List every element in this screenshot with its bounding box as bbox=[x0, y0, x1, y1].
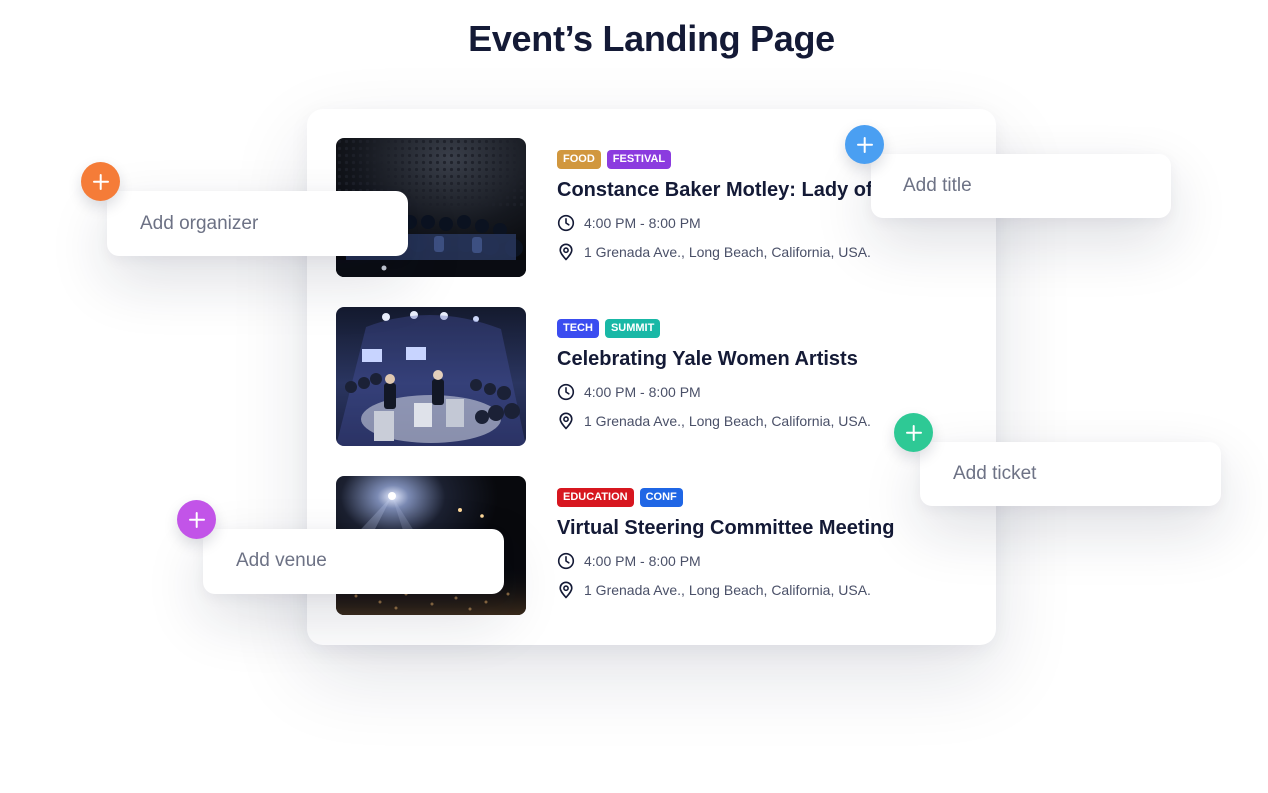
add-ticket-plus-icon[interactable] bbox=[894, 413, 933, 452]
add-title-plus-icon[interactable] bbox=[845, 125, 884, 164]
map-pin-icon bbox=[559, 243, 573, 261]
event-time-text: 4:00 PM - 8:00 PM bbox=[584, 215, 701, 231]
add-title-field[interactable]: Add title bbox=[871, 154, 1171, 218]
tag-badge[interactable]: CONF bbox=[639, 488, 683, 507]
event-location-text: 1 Grenada Ave., Long Beach, California, … bbox=[584, 244, 871, 260]
event-title[interactable]: Celebrating Yale Women Artists bbox=[557, 348, 977, 371]
tag-badge[interactable]: FESTIVAL bbox=[606, 150, 672, 169]
clock-icon bbox=[557, 552, 575, 570]
add-ticket-label: Add ticket bbox=[953, 463, 1037, 484]
event-item[interactable]: TECH SUMMIT Celebrating Yale Women Artis… bbox=[336, 307, 976, 446]
add-venue-plus-icon[interactable] bbox=[177, 500, 216, 539]
event-time: 4:00 PM - 8:00 PM bbox=[557, 552, 987, 570]
event-title[interactable]: Constance Baker Motley: Lady of the Law bbox=[557, 179, 872, 202]
clock-icon bbox=[557, 383, 575, 401]
event-time: 4:00 PM - 8:00 PM bbox=[557, 383, 987, 401]
event-location-text: 1 Grenada Ave., Long Beach, California, … bbox=[584, 582, 871, 598]
event-location: 1 Grenada Ave., Long Beach, California, … bbox=[557, 581, 987, 599]
event-details: EDUCATION CONF Virtual Steering Committe… bbox=[557, 488, 987, 599]
event-time-text: 4:00 PM - 8:00 PM bbox=[584, 553, 701, 569]
page-title: Event’s Landing Page bbox=[468, 18, 835, 59]
tag-badge[interactable]: TECH bbox=[557, 319, 599, 338]
map-pin-icon bbox=[559, 412, 573, 430]
tag-badge[interactable]: EDUCATION bbox=[557, 488, 634, 507]
event-image-panel-discussion bbox=[336, 307, 526, 446]
tag-badge[interactable]: FOOD bbox=[557, 150, 601, 169]
map-pin-icon bbox=[559, 581, 573, 599]
clock-icon bbox=[557, 214, 575, 232]
event-location-text: 1 Grenada Ave., Long Beach, California, … bbox=[584, 413, 871, 429]
event-location: 1 Grenada Ave., Long Beach, California, … bbox=[557, 243, 987, 261]
add-venue-field[interactable]: Add venue bbox=[203, 529, 504, 594]
event-title[interactable]: Virtual Steering Committee Meeting bbox=[557, 517, 977, 540]
add-organizer-plus-icon[interactable] bbox=[81, 162, 120, 201]
event-time-text: 4:00 PM - 8:00 PM bbox=[584, 384, 701, 400]
add-organizer-field[interactable]: Add organizer bbox=[107, 191, 408, 256]
event-tags: TECH SUMMIT bbox=[557, 319, 987, 339]
add-organizer-label: Add organizer bbox=[140, 213, 259, 234]
add-title-label: Add title bbox=[903, 175, 972, 196]
tag-badge[interactable]: SUMMIT bbox=[604, 319, 661, 338]
add-ticket-field[interactable]: Add ticket bbox=[920, 442, 1221, 506]
add-venue-label: Add venue bbox=[236, 550, 327, 571]
landing-page-canvas: Event’s Landing Page FOOD FESTIVAL Const… bbox=[0, 0, 1268, 793]
event-details: TECH SUMMIT Celebrating Yale Women Artis… bbox=[557, 319, 987, 430]
